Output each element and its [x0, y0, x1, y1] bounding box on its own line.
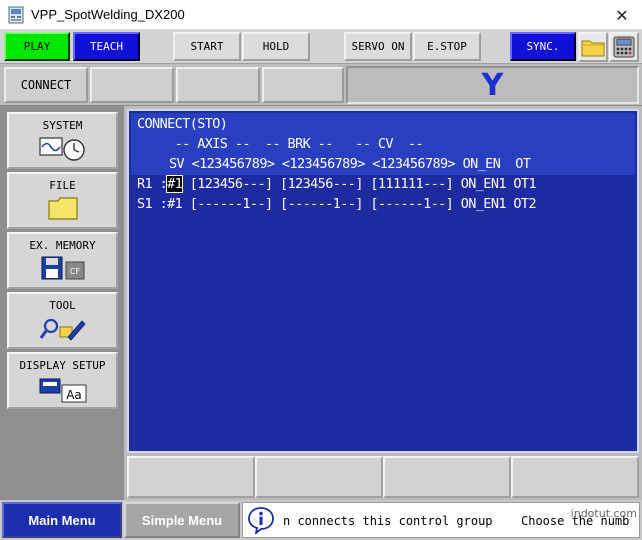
- function-row: CONNECT Y: [0, 64, 642, 106]
- teach-button[interactable]: TEACH: [73, 32, 140, 61]
- simple-menu-button[interactable]: Simple Menu: [124, 502, 240, 538]
- menu-tool-label: TOOL: [49, 299, 76, 312]
- status-message: n connects this control group: [283, 514, 493, 528]
- menu-file-label: FILE: [49, 179, 76, 192]
- tool-icon: [39, 318, 86, 341]
- menu-display-setup-label: DISPLAY SETUP: [19, 359, 106, 372]
- info-icon: [248, 507, 274, 534]
- function-key-4[interactable]: [511, 456, 639, 498]
- connect-tab[interactable]: CONNECT: [4, 67, 88, 103]
- main-menu-panel: SYSTEM FILE EX. MEMORY CF TOOL DISPLAY S…: [0, 106, 124, 500]
- watermark: indotut.com: [570, 507, 637, 520]
- row-s1-prefix: S1 :: [137, 196, 168, 212]
- status-bar: Main Menu Simple Menu n connects this co…: [0, 500, 642, 540]
- folder-button[interactable]: [578, 32, 608, 62]
- function-key-3[interactable]: [383, 456, 511, 498]
- coordinate-indicator: Y: [346, 66, 639, 104]
- blank-tab-3[interactable]: [262, 67, 344, 103]
- sync-button[interactable]: SYNC.: [510, 32, 576, 61]
- estop-button[interactable]: E.STOP: [413, 32, 481, 61]
- app-icon: [8, 6, 24, 24]
- folder-icon: [581, 40, 605, 57]
- connect-screen-body: CONNECT(STO) -- AXIS -- -- BRK -- -- CV …: [131, 113, 635, 449]
- menu-display-setup[interactable]: DISPLAY SETUP Aa: [7, 352, 118, 409]
- ex-memory-icon: CF: [41, 256, 84, 280]
- row-s1-cursor[interactable]: #1: [167, 196, 183, 212]
- teach-pendant-icon: [613, 36, 635, 58]
- window-title: VPP_SpotWelding_DX200: [31, 7, 185, 22]
- menu-ex-memory-label: EX. MEMORY: [29, 239, 96, 252]
- menu-system-label: SYSTEM: [42, 119, 83, 132]
- row-r1-values: [123456---] [123456---] [111111---] ON_E…: [182, 176, 537, 192]
- svg-text:CF: CF: [69, 267, 80, 276]
- message-bar: n connects this control group Choose the…: [242, 502, 640, 538]
- control-row-r1[interactable]: R1 :#1 [123456---] [123456---] [111111--…: [137, 175, 537, 193]
- control-row-s1[interactable]: S1 :#1 [------1--] [------1--] [------1-…: [137, 196, 537, 212]
- group-header: -- AXIS -- -- BRK -- -- CV --: [137, 136, 424, 152]
- svg-text:Aa: Aa: [66, 388, 82, 402]
- column-header: SV <123456789> <123456789> <123456789> O…: [169, 156, 531, 172]
- connect-screen: CONNECT(STO) -- AXIS -- -- BRK -- -- CV …: [127, 109, 639, 453]
- row-r1-prefix: R1 :: [137, 176, 168, 192]
- row-r1-cursor[interactable]: #1: [166, 175, 184, 193]
- title-bar: VPP_SpotWelding_DX200 ✕: [0, 0, 642, 30]
- menu-tool[interactable]: TOOL: [7, 292, 118, 349]
- function-keys: [127, 456, 639, 498]
- file-folder-icon: [47, 197, 78, 220]
- servo-on-button[interactable]: SERVO ON: [344, 32, 412, 61]
- system-icon: [38, 137, 85, 161]
- menu-system[interactable]: SYSTEM: [7, 112, 118, 169]
- pendant-button[interactable]: [609, 32, 639, 62]
- menu-ex-memory[interactable]: EX. MEMORY CF: [7, 232, 118, 289]
- row-s1-values: [------1--] [------1--] [------1--] ON_E…: [182, 196, 537, 212]
- start-button[interactable]: START: [173, 32, 241, 61]
- close-button[interactable]: ✕: [602, 0, 642, 30]
- screen-title: CONNECT(STO): [137, 116, 228, 132]
- content-frame: CONNECT(STO) -- AXIS -- -- BRK -- -- CV …: [124, 106, 642, 500]
- main-menu-button[interactable]: Main Menu: [2, 502, 122, 538]
- blank-tab-1[interactable]: [90, 67, 174, 103]
- function-key-1[interactable]: [127, 456, 255, 498]
- blank-tab-2[interactable]: [176, 67, 260, 103]
- menu-file[interactable]: FILE: [7, 172, 118, 229]
- function-key-2[interactable]: [255, 456, 383, 498]
- toolbar: PLAY TEACH START HOLD SERVO ON E.STOP SY…: [0, 30, 642, 64]
- hold-button[interactable]: HOLD: [242, 32, 310, 61]
- play-button[interactable]: PLAY: [4, 32, 70, 61]
- display-setup-icon: Aa: [39, 378, 86, 403]
